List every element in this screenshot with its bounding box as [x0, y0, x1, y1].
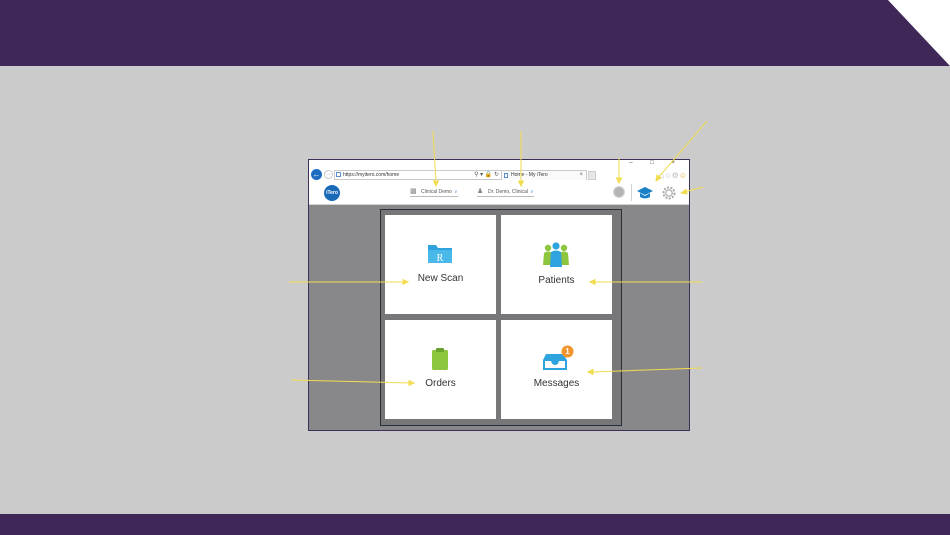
app-header: iTero ▩ Clinical Demo ∨ ♟ Dr. Demo, Clini…	[309, 182, 689, 205]
footer-banner	[0, 514, 950, 535]
tab-page-icon	[504, 173, 508, 178]
tools-gear-icon[interactable]: ⚙	[672, 171, 679, 180]
chevron-down-icon: ∨	[453, 189, 458, 195]
messages-label: Messages	[533, 378, 580, 389]
arrow-right-icon: →	[325, 171, 332, 177]
star-icon[interactable]: ☆	[664, 171, 671, 180]
header-divider	[631, 184, 632, 201]
browser-tab[interactable]: Home - My iTero ×	[501, 170, 587, 180]
tab-close-icon[interactable]: ×	[579, 171, 583, 180]
doctor-selector[interactable]: ♟ Dr. Demo, Clinical ∨	[477, 188, 534, 197]
patients-label: Patients	[538, 275, 575, 286]
window-controls[interactable]: – □ ×	[629, 160, 683, 166]
svg-text:R: R	[437, 253, 444, 264]
itero-logo[interactable]: iTero	[324, 185, 340, 201]
address-bar[interactable]: https://myitero.com/home ⚲ ▾ 🔒 ↻	[334, 170, 502, 180]
new-scan-label: New Scan	[417, 273, 464, 284]
address-url: https://myitero.com/home	[343, 172, 400, 178]
feedback-smiley-icon[interactable]: ☺	[679, 171, 687, 180]
graduation-cap-icon[interactable]	[637, 186, 653, 200]
clipboard-icon	[432, 348, 448, 370]
page-icon	[336, 172, 341, 177]
chevron-down-icon: ∨	[530, 189, 534, 195]
patients-group-icon	[543, 242, 569, 267]
new-scan-tile[interactable]: R New Scan	[385, 215, 496, 314]
arrow-left-icon: ←	[312, 170, 321, 179]
building-icon: ▩	[410, 188, 417, 195]
new-scan-folder-icon: R	[428, 245, 452, 264]
new-tab-button[interactable]	[588, 171, 596, 180]
patients-tile[interactable]: Patients	[501, 215, 612, 314]
header-banner	[0, 0, 950, 66]
doctor-icon: ♟	[477, 188, 484, 195]
orders-label: Orders	[425, 378, 456, 389]
user-avatar-icon[interactable]	[613, 186, 625, 198]
practice-selector-label: Clinical Demo	[421, 189, 452, 195]
address-tools-icon[interactable]: ⚲ ▾ 🔒 ↻	[474, 171, 499, 179]
browser-window: ← → https://myitero.com/home ⚲ ▾ 🔒 ↻ Hom…	[308, 159, 690, 431]
practice-selector[interactable]: ▩ Clinical Demo ∨	[410, 188, 458, 197]
messages-tile[interactable]: 1 Messages	[501, 320, 612, 419]
header-corner-cut	[888, 0, 950, 66]
home-tiles-panel: R New Scan Patients Orders 1 Messages	[380, 209, 622, 426]
browser-toolbar-icons: ⌂☆⚙☺	[660, 171, 687, 180]
forward-button[interactable]: →	[324, 170, 333, 179]
gear-icon[interactable]	[662, 186, 676, 200]
tab-title: Home - My iTero	[511, 172, 548, 178]
messages-badge-count: 1	[565, 347, 570, 356]
doctor-selector-label: Dr. Demo, Clinical	[488, 189, 529, 195]
back-button[interactable]: ←	[311, 169, 322, 180]
browser-chrome: ← → https://myitero.com/home ⚲ ▾ 🔒 ↻ Hom…	[309, 160, 689, 183]
orders-tile[interactable]: Orders	[385, 320, 496, 419]
